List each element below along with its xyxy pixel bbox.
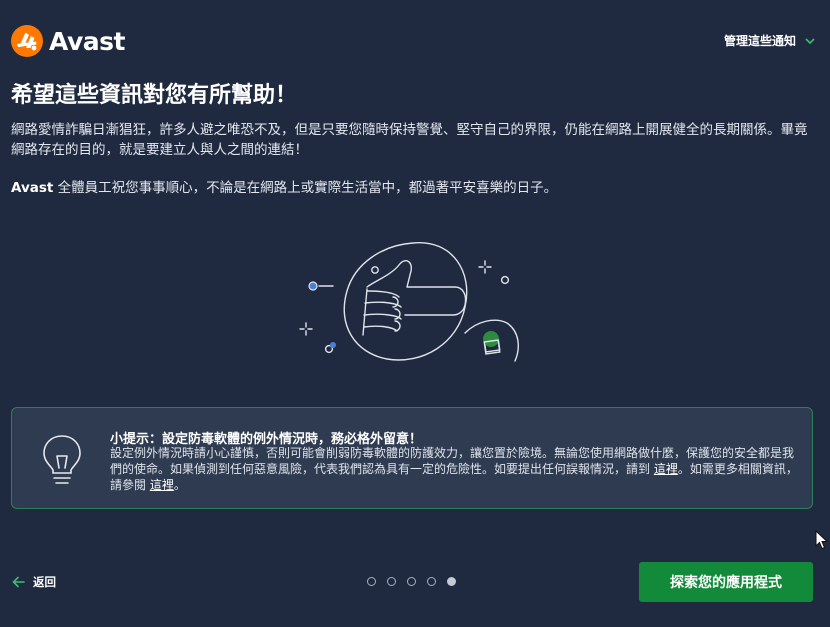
back-label: 返回 xyxy=(33,575,56,589)
page-dot-1[interactable] xyxy=(367,577,376,586)
tip-body: 設定例外情況時請小心謹慎，否則可能會削弱防毒軟體的防護效力，讓您置於險境。無論您… xyxy=(110,445,800,493)
manage-notifications-button[interactable]: 管理這些通知 xyxy=(724,32,816,49)
thumbs-up-illustration xyxy=(299,242,519,362)
closing-text: 全體員工祝您事事順心，不論是在網路上或實際生活當中，都過著平安喜樂的日子。 xyxy=(53,180,558,196)
false-positive-report-link[interactable]: 這裡 xyxy=(654,462,678,476)
header: Avast 管理這些通知 xyxy=(10,24,816,60)
page-dot-4[interactable] xyxy=(427,577,436,586)
closing-paragraph: Avast 全體員工祝您事事順心，不論是在網路上或實際生活當中，都過著平安喜樂的… xyxy=(11,178,811,198)
brand-name: Avast xyxy=(49,26,125,56)
back-button[interactable]: 返回 xyxy=(12,574,56,590)
tip-box: 小提示：設定防毒軟體的例外情況時，務必格外留意！ 設定例外情況時請小心謹慎，否則… xyxy=(11,407,813,509)
closing-brand: Avast xyxy=(11,180,54,196)
page-dot-5[interactable] xyxy=(447,577,456,586)
mouse-cursor-icon xyxy=(815,530,829,550)
arrow-left-icon xyxy=(12,576,25,588)
chevron-down-icon xyxy=(805,37,815,44)
explore-apps-button[interactable]: 探索您的應用程式 xyxy=(639,562,813,602)
manage-notifications-label: 管理這些通知 xyxy=(723,34,796,48)
intro-paragraph: 網路愛情詐騙日漸猖狂，許多人避之唯恐不及，但是只要您隨時保持警覺、堅守自己的界限… xyxy=(11,122,808,158)
avast-logo: Avast xyxy=(10,24,125,58)
tip-body-text-3: 。 xyxy=(173,478,186,492)
avast-notification-window: Avast 管理這些通知 希望這些資訊對您有所幫助！ 網路愛情詐騙日漸猖狂，許多… xyxy=(0,0,830,627)
avast-logo-icon xyxy=(11,25,43,57)
page-dot-3[interactable] xyxy=(407,577,416,586)
page-dot-2[interactable] xyxy=(387,577,396,586)
page-indicator xyxy=(367,577,467,586)
lightbulb-icon xyxy=(43,435,81,484)
page-title: 希望這些資訊對您有所幫助！ xyxy=(11,83,298,108)
more-info-link[interactable]: 這裡 xyxy=(150,478,174,492)
